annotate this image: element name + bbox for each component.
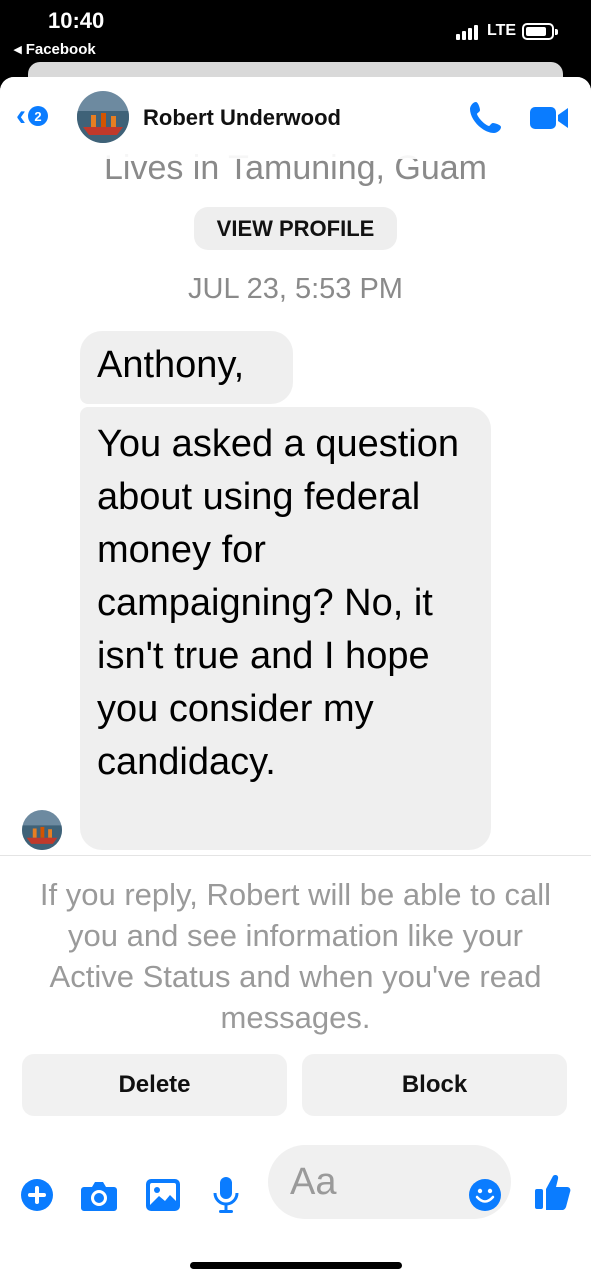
back-button[interactable]: ‹ 2 — [16, 101, 48, 131]
camera-icon[interactable] — [80, 1178, 118, 1212]
chat-header: ‹ 2 Robert Underwood — [0, 77, 591, 159]
status-bar: 10:40 ◂ Facebook LTE — [0, 0, 591, 70]
unread-count-badge: 2 — [28, 106, 48, 126]
contact-name[interactable]: Robert Underwood — [143, 105, 341, 131]
composer-bar: Aa — [0, 1142, 591, 1232]
microphone-icon[interactable] — [212, 1176, 240, 1214]
sender-avatar[interactable] — [22, 810, 62, 850]
status-time: 10:40 — [48, 8, 105, 33]
message-input-placeholder: Aa — [290, 1161, 337, 1203]
message-input[interactable]: Aa — [268, 1145, 511, 1219]
signal-icon — [456, 24, 478, 40]
home-indicator[interactable] — [190, 1262, 402, 1269]
view-profile-button[interactable]: VIEW PROFILE — [194, 207, 397, 250]
message-request-notice: If you reply, Robert will be able to cal… — [39, 877, 552, 1035]
back-chevron-icon: ‹ — [16, 99, 26, 132]
message-timestamp: JUL 23, 5:53 PM — [188, 273, 403, 305]
message-bubble[interactable]: You asked a question about using federal… — [80, 407, 491, 850]
delete-button[interactable]: Delete — [22, 1054, 287, 1116]
message-bubble[interactable]: Anthony, — [80, 331, 293, 404]
video-camera-icon[interactable] — [528, 101, 570, 133]
plus-icon[interactable] — [20, 1178, 54, 1212]
network-type: LTE — [487, 22, 517, 39]
chat-sheet: ‹ 2 Robert Underwood Lives in Tamuning, … — [0, 77, 591, 1280]
back-to-app-link[interactable]: ◂ Facebook — [14, 40, 96, 58]
divider — [0, 855, 591, 856]
thumbs-up-icon[interactable] — [533, 1172, 573, 1212]
phone-icon[interactable] — [468, 99, 504, 135]
image-icon[interactable] — [145, 1178, 181, 1212]
block-button[interactable]: Block — [302, 1054, 567, 1116]
contact-avatar[interactable] — [77, 91, 129, 143]
battery-icon — [522, 23, 558, 40]
emoji-icon[interactable] — [468, 1178, 502, 1212]
